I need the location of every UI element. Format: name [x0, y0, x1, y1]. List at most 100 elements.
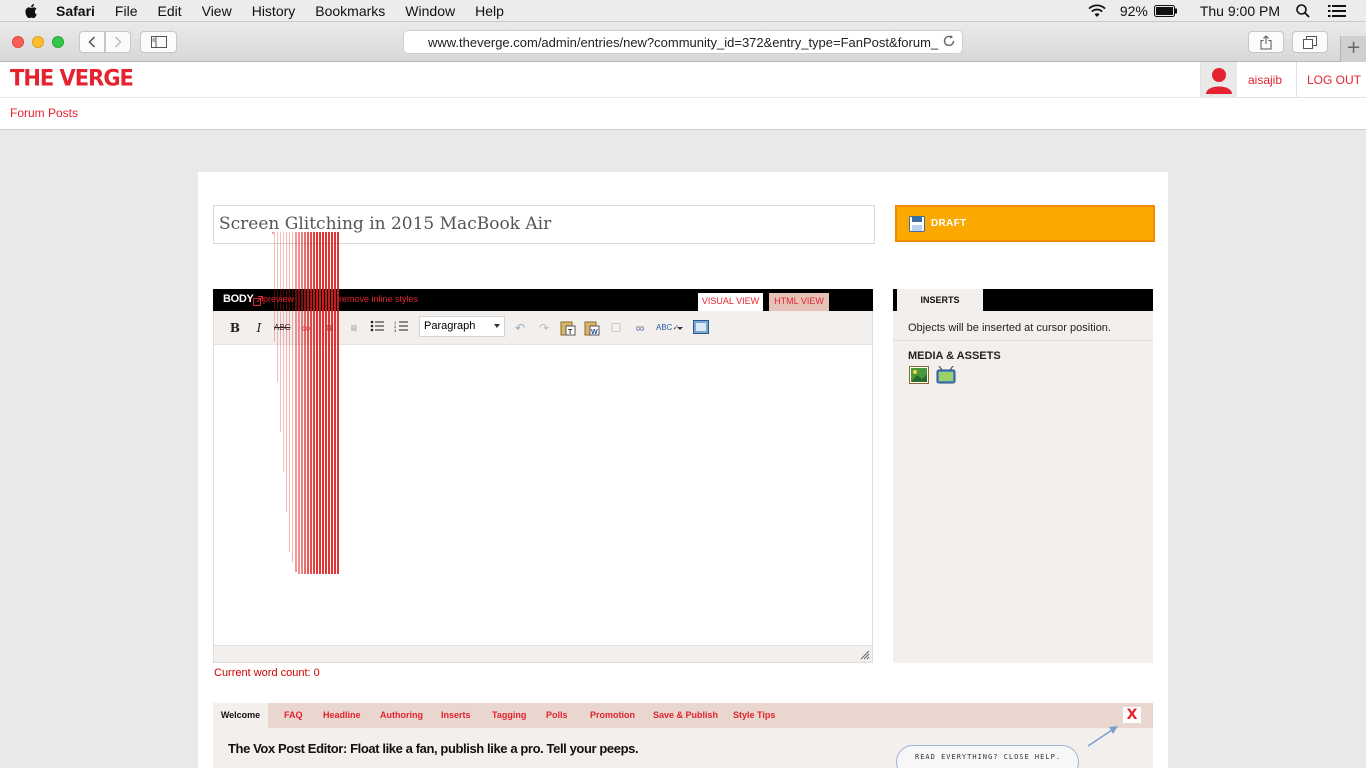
battery-icon[interactable]: [1153, 5, 1178, 17]
help-tab-save-publish[interactable]: Save & Publish: [653, 710, 718, 720]
help-tab-faq[interactable]: FAQ: [284, 710, 303, 720]
remove-inline-styles-link[interactable]: remove inline styles: [339, 294, 418, 304]
help-tab-authoring[interactable]: Authoring: [380, 710, 423, 720]
inserts-divider: [893, 340, 1153, 341]
outdent-icon[interactable]: ≡: [346, 320, 362, 336]
body-label: BODY: [223, 293, 254, 305]
help-tab-polls[interactable]: Polls: [546, 710, 568, 720]
close-help-button[interactable]: X: [1123, 707, 1141, 723]
help-title: The Vox Post Editor: Float like a fan, p…: [228, 741, 639, 756]
bullet-list-icon[interactable]: [369, 320, 385, 336]
chevron-right-icon: [114, 36, 122, 48]
site-header: THE VERGE aisajib LOG OUT Forum Posts: [0, 62, 1366, 130]
sidebar-icon: [150, 36, 167, 48]
spellcheck-dropdown-icon[interactable]: [676, 320, 684, 336]
spotlight-search-icon[interactable]: [1296, 4, 1310, 18]
svg-text:T: T: [568, 329, 573, 336]
site-logo[interactable]: THE VERGE: [10, 65, 134, 90]
menu-help[interactable]: Help: [475, 3, 504, 19]
format-select-value: Paragraph: [424, 320, 476, 332]
help-panel: The Vox Post Editor: Float like a fan, p…: [213, 726, 1153, 768]
menu-bar: Safari File Edit View History Bookmarks …: [0, 0, 1366, 22]
link-icon[interactable]: ∞: [632, 320, 648, 336]
avatar[interactable]: [1201, 62, 1237, 98]
chevron-down-icon: [494, 324, 500, 328]
apple-logo-icon[interactable]: [20, 3, 42, 18]
tabs-overview-button[interactable]: [1292, 31, 1328, 53]
url-text: www.theverge.com/admin/entries/new?commu…: [428, 34, 939, 50]
menu-edit[interactable]: Edit: [157, 3, 181, 19]
wifi-icon[interactable]: [1088, 4, 1106, 18]
help-tab-inserts[interactable]: Inserts: [441, 710, 471, 720]
fullscreen-icon[interactable]: [693, 320, 709, 336]
numbered-list-icon[interactable]: 123: [393, 320, 409, 336]
plus-icon: +: [1345, 37, 1362, 58]
menu-bookmarks[interactable]: Bookmarks: [315, 3, 385, 19]
help-tabs: Welcome FAQ Headline Authoring Inserts T…: [213, 703, 1153, 728]
header-divider: [0, 97, 1200, 98]
menu-app-name[interactable]: Safari: [56, 3, 95, 19]
menu-view[interactable]: View: [202, 3, 232, 19]
arrow-icon: [1087, 726, 1118, 747]
address-bar[interactable]: www.theverge.com/admin/entries/new?commu…: [403, 30, 963, 54]
forward-button[interactable]: [105, 31, 131, 53]
svg-text:W: W: [591, 329, 598, 336]
sidebar-toggle-button[interactable]: [140, 31, 177, 53]
save-disk-icon: [909, 215, 925, 232]
editor-statusbar: [213, 646, 873, 663]
insert-image-icon[interactable]: [909, 366, 929, 384]
paste-text-icon[interactable]: T: [560, 320, 576, 336]
menu-file[interactable]: File: [115, 3, 138, 19]
bold-icon[interactable]: B: [227, 320, 243, 336]
paste-word-icon[interactable]: W: [584, 320, 600, 336]
format-select[interactable]: Paragraph: [419, 316, 505, 337]
share-icon: [1260, 34, 1272, 49]
inserts-note: Objects will be inserted at cursor posit…: [908, 322, 1111, 334]
redo-icon[interactable]: ↷: [536, 320, 552, 336]
insert-video-icon[interactable]: [936, 365, 956, 384]
svg-text:3: 3: [394, 328, 397, 332]
window-minimize-button[interactable]: [32, 36, 44, 48]
draft-button[interactable]: DRAFT: [895, 205, 1155, 242]
help-hint-bubble: READ EVERYTHING? CLOSE HELP.: [896, 745, 1079, 768]
window-close-button[interactable]: [12, 36, 24, 48]
user-menu: aisajib LOG OUT: [1200, 62, 1366, 98]
share-button[interactable]: [1248, 31, 1284, 53]
italic-icon[interactable]: I: [251, 320, 267, 336]
new-tab-button[interactable]: +: [1340, 36, 1366, 62]
tab-inserts[interactable]: INSERTS: [897, 289, 983, 311]
notification-center-icon[interactable]: [1328, 5, 1346, 17]
inserts-header: INSERTS: [893, 289, 1153, 311]
help-tab-promotion[interactable]: Promotion: [590, 710, 635, 720]
back-button[interactable]: [79, 31, 105, 53]
spellcheck-icon[interactable]: ABC✓: [656, 320, 679, 336]
unlink-icon[interactable]: ☐: [608, 320, 624, 336]
reload-icon[interactable]: [942, 34, 956, 48]
battery-percent: 92%: [1119, 3, 1148, 19]
username-link[interactable]: aisajib: [1248, 73, 1282, 87]
external-link-icon: [253, 293, 263, 311]
screen-glitch-artifact: [272, 232, 339, 574]
chevron-left-icon: [88, 36, 96, 48]
window-zoom-button[interactable]: [52, 36, 64, 48]
forum-posts-link[interactable]: Forum Posts: [10, 106, 78, 120]
resize-handle-icon[interactable]: [860, 650, 870, 660]
editor-card: Screen Glitching in 2015 MacBook Air DRA…: [198, 172, 1168, 768]
help-tab-style-tips[interactable]: Style Tips: [733, 710, 775, 720]
menu-window[interactable]: Window: [405, 3, 455, 19]
word-count: Current word count: 0: [214, 667, 320, 679]
logout-link[interactable]: LOG OUT: [1296, 62, 1366, 98]
help-tab-welcome[interactable]: Welcome: [213, 703, 268, 728]
help-tab-tagging[interactable]: Tagging: [492, 710, 526, 720]
draft-label: DRAFT: [931, 218, 967, 229]
media-assets-heading: MEDIA & ASSETS: [908, 350, 1001, 362]
help-tab-headline[interactable]: Headline: [323, 710, 361, 720]
help-hint-text: READ EVERYTHING? CLOSE HELP.: [915, 753, 1062, 761]
menu-history[interactable]: History: [252, 3, 296, 19]
undo-icon[interactable]: ↶: [512, 320, 528, 336]
inserts-panel: INSERTS Objects will be inserted at curs…: [893, 289, 1153, 663]
clock[interactable]: Thu 9:00 PM: [1200, 3, 1280, 19]
tab-html-view[interactable]: HTML VIEW: [769, 293, 829, 311]
tab-visual-view[interactable]: VISUAL VIEW: [698, 293, 763, 311]
tabs-icon: [1303, 35, 1317, 49]
